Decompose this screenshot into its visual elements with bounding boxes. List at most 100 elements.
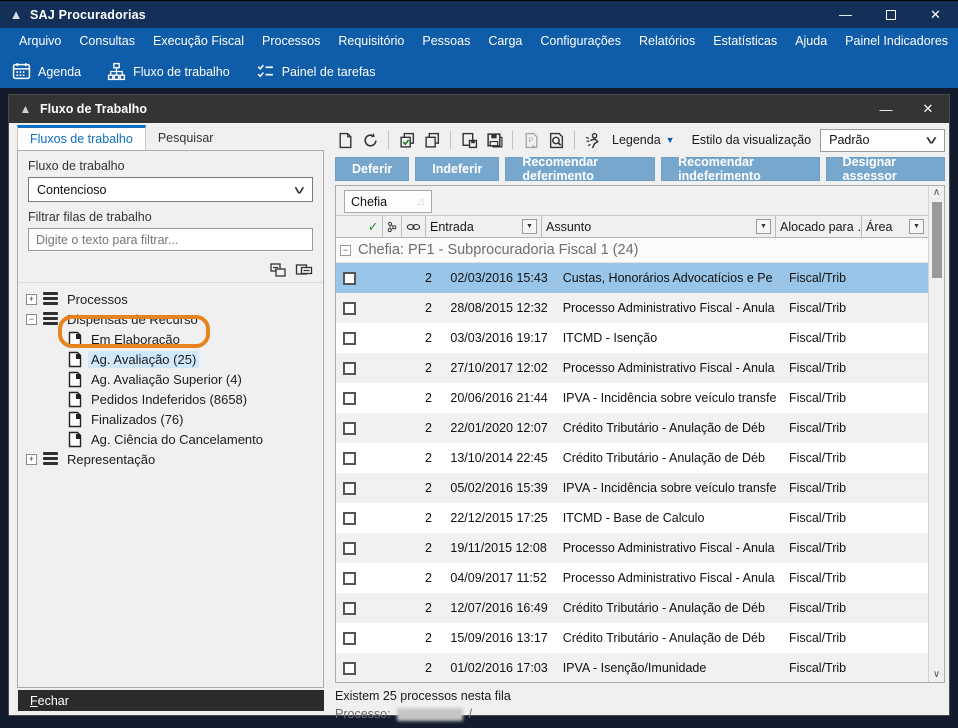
tree-item-dispensas-de-recurso[interactable]: −Dispensas de Recurso (18, 309, 323, 329)
tab-pesquisar[interactable]: Pesquisar (146, 128, 226, 150)
column-entrada[interactable]: Entrada ▼ (426, 216, 542, 237)
scroll-down-icon[interactable]: ∨ (933, 668, 940, 682)
column-alocado-para[interactable]: Alocado para … ▼ (776, 216, 862, 237)
row-checkbox[interactable] (343, 332, 356, 345)
menu-item-configura-es[interactable]: Configurações (531, 28, 630, 55)
fechar-button[interactable]: Fechar (18, 690, 324, 711)
workflow-minimize-button[interactable]: — (865, 95, 907, 123)
collapse-group-icon[interactable]: − (340, 245, 351, 256)
row-checkbox[interactable] (343, 572, 356, 585)
collapse-tree-icon[interactable] (295, 262, 313, 278)
table-row[interactable]: 2 22/01/2020 12:07 Crédito Tributário - … (336, 413, 928, 443)
table-row[interactable]: 2 27/10/2017 12:02 Processo Administrati… (336, 353, 928, 383)
new-item-icon[interactable] (335, 130, 355, 150)
row-checkbox[interactable] (343, 512, 356, 525)
tree-item-ag-avalia-o-superior-4[interactable]: Ag. Avaliação Superior (4) (18, 369, 323, 389)
filter-input[interactable]: Digite o texto para filtrar... (28, 228, 313, 251)
deferir-button[interactable]: Deferir (335, 157, 409, 181)
tree-item-finalizados-76[interactable]: Finalizados (76) (18, 409, 323, 429)
table-row[interactable]: 2 04/09/2017 11:52 Processo Administrati… (336, 563, 928, 593)
row-checkbox[interactable] (343, 482, 356, 495)
table-row[interactable]: 2 22/12/2015 17:25 ITCMD - Base de Calcu… (336, 503, 928, 533)
menu-item-painel-indicadores[interactable]: Painel Indicadores (836, 28, 957, 55)
table-row[interactable]: 2 12/07/2016 16:49 Crédito Tributário - … (336, 593, 928, 623)
column-area[interactable]: Área ▼ (862, 216, 928, 237)
row-checkbox[interactable] (343, 392, 356, 405)
refresh-icon[interactable] (360, 130, 380, 150)
hierarchy-icon[interactable] (383, 216, 402, 237)
link-icon[interactable] (402, 216, 426, 237)
minimize-button[interactable]: — (823, 1, 868, 28)
vertical-scrollbar[interactable]: ∧ ∨ (928, 186, 944, 682)
row-entrada: 04/09/2017 11:52 (442, 571, 554, 585)
style-select[interactable]: Padrão∨ (820, 129, 945, 152)
copy-save-icon[interactable] (459, 130, 479, 150)
group-tab-chefia[interactable]: Chefia △ (344, 190, 432, 213)
close-button[interactable]: ✕ (913, 1, 958, 28)
toolbar-item-agenda[interactable]: Agenda (12, 62, 81, 81)
expand-icon[interactable]: + (26, 454, 37, 465)
table-row[interactable]: 2 13/10/2014 22:45 Crédito Tributário - … (336, 443, 928, 473)
copy-icon[interactable] (422, 130, 442, 150)
menu-item-requisit-rio[interactable]: Requisitório (329, 28, 413, 55)
menu-item-relat-rios[interactable]: Relatórios (630, 28, 704, 55)
menu-item-pessoas[interactable]: Pessoas (413, 28, 479, 55)
menu-item-processos[interactable]: Processos (253, 28, 329, 55)
legenda-dropdown[interactable]: Legenda▼ (612, 133, 675, 147)
table-row[interactable]: 2 05/02/2016 15:39 IPVA - Incidência sob… (336, 473, 928, 503)
row-checkbox[interactable] (343, 362, 356, 375)
flow-select[interactable]: Contencioso ∨ (28, 177, 313, 202)
toolbar-item-painel-de-tarefas[interactable]: Painel de tarefas (256, 62, 376, 81)
row-checkbox[interactable] (343, 542, 356, 555)
copy-check-icon[interactable] (397, 130, 417, 150)
expand-icon[interactable]: + (26, 294, 37, 305)
legend-person-icon[interactable] (583, 130, 603, 150)
table-row[interactable]: 2 28/08/2015 12:32 Processo Administrati… (336, 293, 928, 323)
row-checkbox[interactable] (343, 602, 356, 615)
table-row[interactable]: 2 20/06/2016 21:44 IPVA - Incidência sob… (336, 383, 928, 413)
tree-item-representa-o[interactable]: +Representação (18, 449, 323, 469)
check-icon[interactable]: ✓ (364, 216, 383, 237)
toolbar-item-fluxo-de-trabalho[interactable]: Fluxo de trabalho (107, 62, 230, 81)
row-checkbox[interactable] (343, 302, 356, 315)
row-checkbox[interactable] (343, 422, 356, 435)
table-row[interactable]: 2 02/03/2016 15:43 Custas, Honorários Ad… (336, 263, 928, 293)
tree-item-ag-ci-ncia-do-cancelamento[interactable]: Ag. Ciência do Cancelamento (18, 429, 323, 449)
table-row[interactable]: 2 03/03/2016 19:17 ITCMD - Isenção Fisca… (336, 323, 928, 353)
expand-tree-icon[interactable] (269, 262, 287, 278)
group-header-row[interactable]: − Chefia: PF1 - Subprocuradoria Fiscal 1… (336, 238, 928, 263)
menu-item-ajuda[interactable]: Ajuda (786, 28, 836, 55)
preview-search-icon[interactable] (546, 130, 566, 150)
table-row[interactable]: 2 15/09/2016 13:17 Crédito Tributário - … (336, 623, 928, 653)
scroll-up-icon[interactable]: ∧ (933, 186, 940, 200)
scrollbar-thumb[interactable] (932, 202, 942, 278)
table-row[interactable]: 2 19/11/2015 12:08 Processo Administrati… (336, 533, 928, 563)
row-checkbox[interactable] (343, 272, 356, 285)
column-assunto[interactable]: Assunto ▼ (542, 216, 776, 237)
column-filter-dropdown-icon[interactable]: ▼ (522, 219, 537, 234)
save-as-icon[interactable] (484, 130, 504, 150)
maximize-button[interactable] (868, 1, 913, 28)
column-filter-dropdown-icon[interactable]: ▼ (756, 219, 771, 234)
row-checkbox[interactable] (343, 662, 356, 675)
menu-item-carga[interactable]: Carga (479, 28, 531, 55)
column-filter-dropdown-icon[interactable]: ▼ (909, 219, 924, 234)
menu-item-execu-o-fiscal[interactable]: Execução Fiscal (144, 28, 253, 55)
tree-item-em-elabora-o[interactable]: Em Elaboração (18, 329, 323, 349)
designar-assessor-button[interactable]: Designar assessor (826, 157, 945, 181)
menu-item-arquivo[interactable]: Arquivo (10, 28, 70, 55)
recomendar-deferimento-button[interactable]: Recomendar deferimento (505, 157, 655, 181)
indeferir-button[interactable]: Indeferir (415, 157, 499, 181)
collapse-icon[interactable]: − (26, 314, 37, 325)
row-checkbox[interactable] (343, 632, 356, 645)
menu-item-estat-sticas[interactable]: Estatísticas (704, 28, 786, 55)
table-row[interactable]: 2 01/02/2016 17:03 IPVA - Isenção/Imunid… (336, 653, 928, 682)
tree-item-processos[interactable]: +Processos (18, 289, 323, 309)
recomendar-indeferimento-button[interactable]: Recomendar indeferimento (661, 157, 819, 181)
tab-fluxos-de-trabalho[interactable]: Fluxos de trabalho (17, 125, 146, 150)
tree-item-pedidos-indeferidos-8658[interactable]: Pedidos Indeferidos (8658) (18, 389, 323, 409)
row-checkbox[interactable] (343, 452, 356, 465)
tree-item-ag-avalia-o-25[interactable]: Ag. Avaliação (25) (18, 349, 323, 369)
menu-item-consultas[interactable]: Consultas (70, 28, 144, 55)
workflow-close-button[interactable]: ✕ (907, 95, 949, 123)
